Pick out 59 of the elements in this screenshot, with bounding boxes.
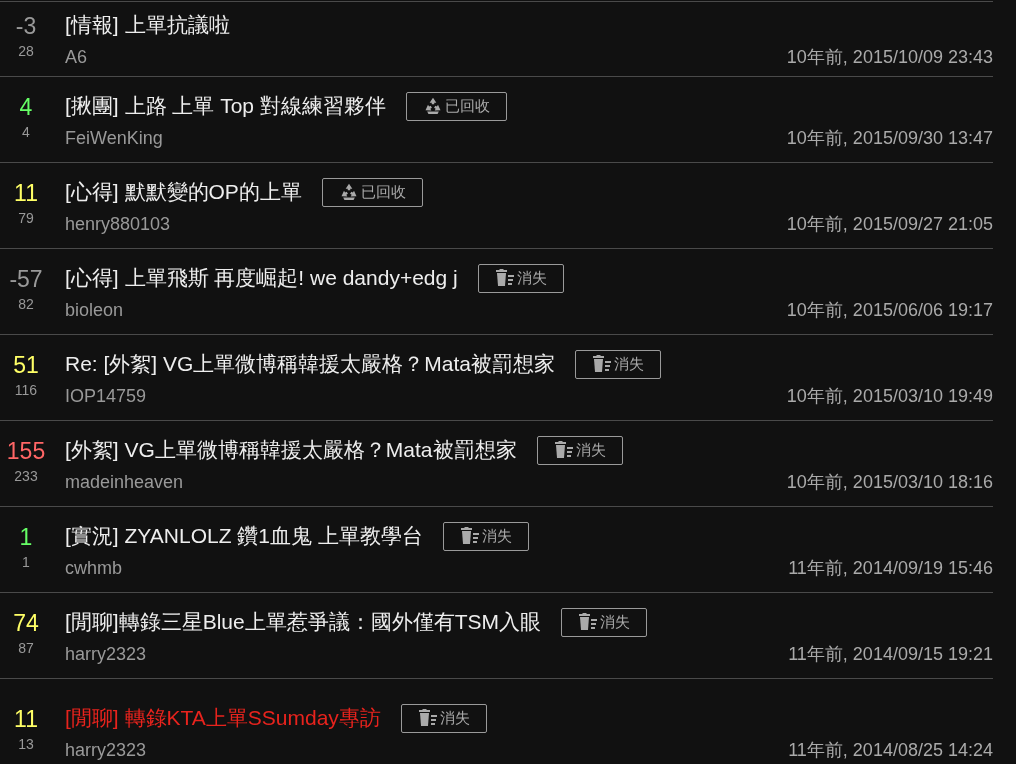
post-time: 10年前, 2015/03/10 18:16 (786, 470, 993, 494)
author-name[interactable]: harry2323 (65, 736, 147, 764)
comment-count: 87 (18, 639, 34, 657)
status-badge: 已回收 (405, 91, 507, 121)
post-time: 10年前, 2015/10/09 23:43 (786, 45, 993, 69)
author-name[interactable]: harry2323 (65, 640, 147, 668)
post-time: 11年前, 2014/08/25 14:24 (788, 738, 993, 762)
trash-list-icon (592, 355, 613, 373)
comment-count: 13 (18, 735, 34, 753)
author-name[interactable]: cwhmb (65, 554, 122, 582)
post-title[interactable]: [心得] 默默變的OP的上單 (65, 177, 302, 207)
score: 74 (13, 610, 39, 636)
status-badge: 已回收 (321, 177, 423, 207)
trash-list-icon (417, 709, 438, 727)
author-name[interactable]: IOP14759 (65, 382, 147, 410)
trash-list-icon (578, 613, 599, 631)
post-time: 10年前, 2015/06/06 19:17 (786, 298, 993, 322)
trash-list-icon (459, 527, 480, 545)
score: 51 (13, 352, 39, 378)
post-title[interactable]: [閒聊] 轉錄KTA上單SSumday專訪 (65, 703, 381, 733)
score: 4 (19, 94, 33, 120)
post-time: 10年前, 2015/09/27 21:05 (786, 212, 993, 236)
score: 155 (6, 438, 46, 464)
post-title[interactable]: [情報] 上單抗議啦 (65, 10, 230, 40)
author-name[interactable]: bioleon (65, 296, 124, 324)
score: 11 (14, 706, 38, 732)
score: 1 (19, 524, 33, 550)
status-badge: 消失 (561, 607, 648, 637)
author-name[interactable]: henry880103 (65, 210, 171, 238)
comment-count: 4 (22, 123, 30, 141)
score: -3 (15, 13, 37, 39)
comment-count: 79 (18, 209, 34, 227)
post-title[interactable]: [實況] ZYANLOLZ 鑽1血鬼 上單教學台 (65, 521, 423, 551)
post-title[interactable]: [心得] 上單飛斯 再度崛起! we dandy+edg j (65, 263, 458, 293)
status-badge: 消失 (442, 521, 529, 551)
post-time: 11年前, 2014/09/19 15:46 (788, 556, 993, 580)
post-title[interactable]: [閒聊]轉錄三星Blue上單惹爭議：國外僅有TSM入眼 (65, 607, 542, 637)
post-title[interactable]: [外絮] VG上單微博稱韓援太嚴格？Mata被罰想家 (65, 435, 517, 465)
comment-count: 233 (14, 467, 38, 485)
author-name[interactable]: FeiWenKing (65, 124, 163, 152)
trash-list-icon (494, 269, 515, 287)
author-name[interactable]: A6 (65, 43, 88, 71)
post-time: 10年前, 2015/03/10 19:49 (786, 384, 993, 408)
post-title[interactable]: Re: [外絮] VG上單微博稱韓援太嚴格？Mata被罰想家 (65, 349, 556, 379)
score: -57 (9, 266, 43, 292)
comment-count: 116 (14, 381, 38, 399)
status-badge: 消失 (477, 263, 564, 293)
post-time: 10年前, 2015/09/30 13:47 (786, 126, 993, 150)
comment-count: 1 (22, 553, 30, 571)
author-name[interactable]: madeinheaven (65, 468, 184, 496)
comment-count: 82 (18, 295, 34, 313)
status-badge: 消失 (536, 435, 623, 465)
status-badge: 消失 (400, 703, 487, 733)
trash-list-icon (553, 441, 574, 459)
status-badge: 消失 (575, 349, 662, 379)
post-time: 11年前, 2014/09/15 19:21 (788, 642, 993, 666)
score: 11 (14, 180, 38, 206)
comment-count: 28 (18, 42, 34, 60)
post-title[interactable]: [揪團] 上路 上單 Top 對線練習夥伴 (65, 91, 386, 121)
